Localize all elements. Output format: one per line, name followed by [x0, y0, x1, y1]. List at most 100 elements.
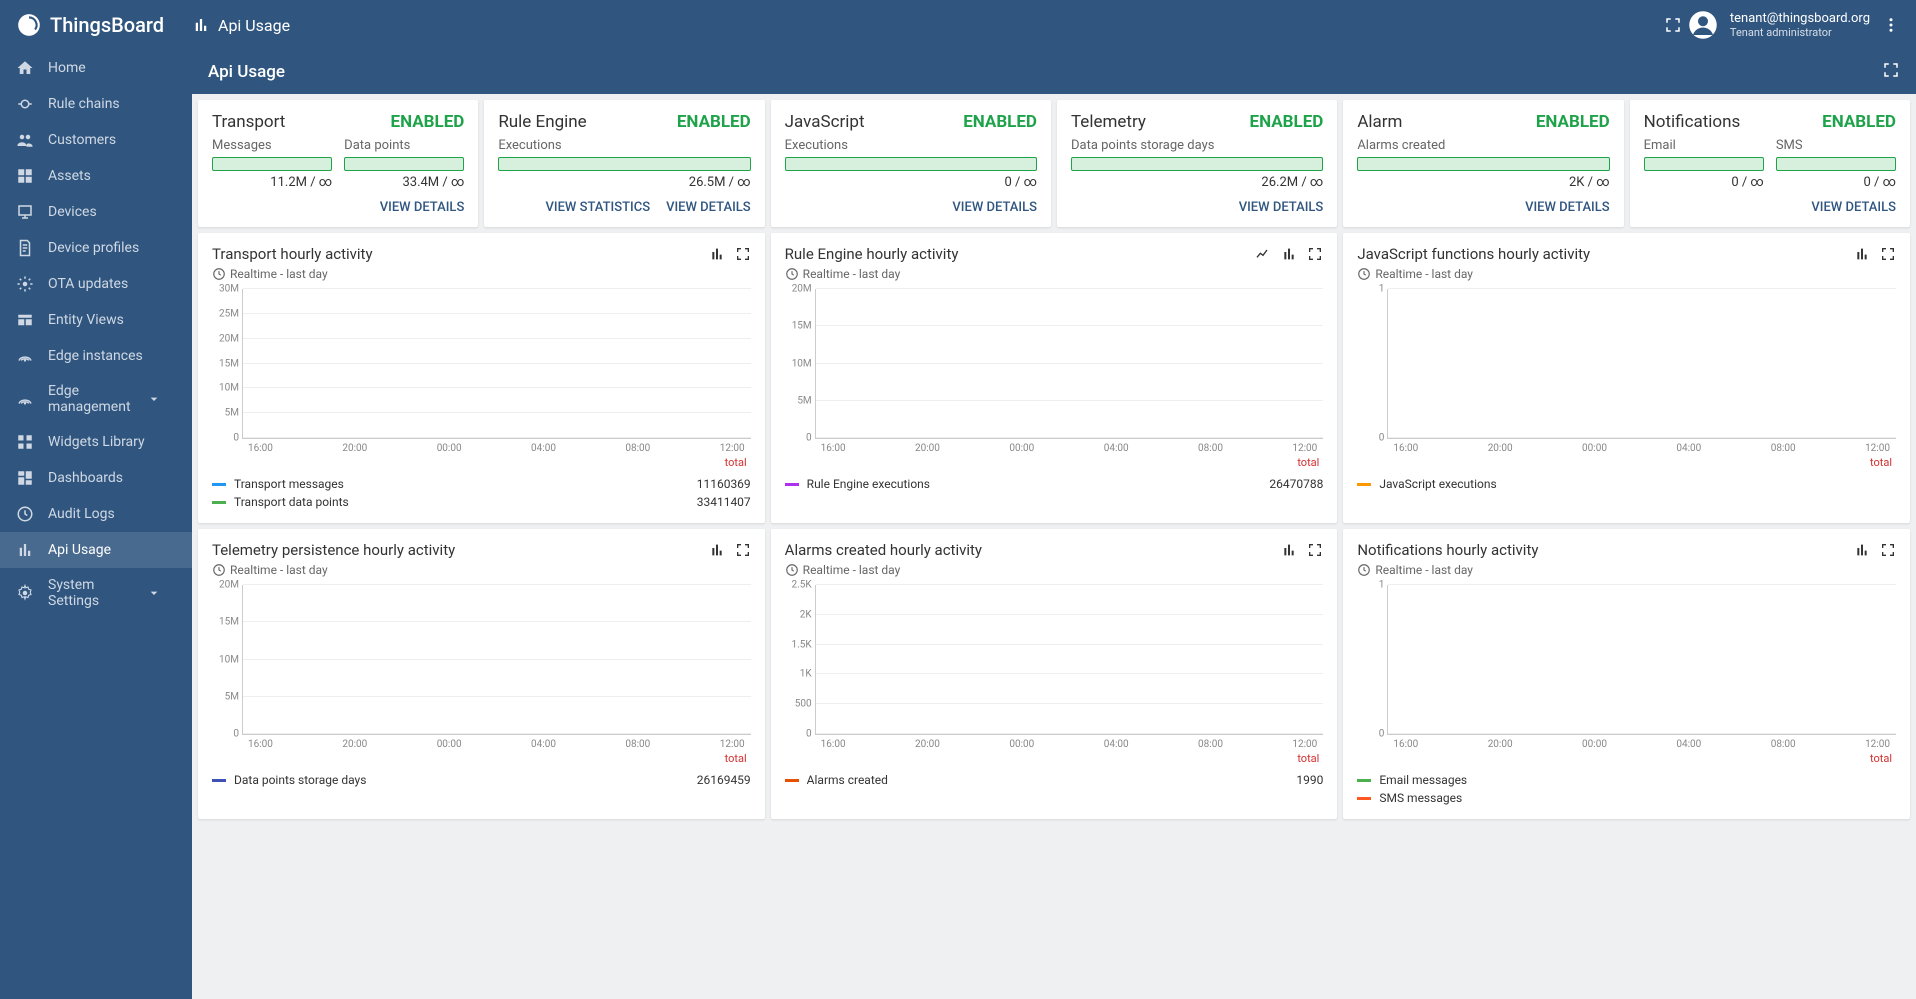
page-header: Api Usage	[192, 50, 1916, 94]
x-tick: 16:00	[1393, 443, 1418, 454]
legend-total: 11160369	[697, 477, 751, 491]
usage-bar	[785, 157, 1037, 171]
sidebar-item-widgets-library[interactable]: Widgets Library	[0, 424, 192, 460]
more-vert-icon[interactable]	[1882, 16, 1900, 34]
chart-title: Alarms created hourly activity	[785, 541, 1282, 559]
chart-toolbar	[1854, 246, 1896, 262]
bar-chart-icon[interactable]	[1281, 246, 1297, 262]
bar-chart-icon[interactable]	[1854, 542, 1870, 558]
view-details-link[interactable]: VIEW DETAILS	[666, 200, 751, 215]
fullscreen-icon[interactable]	[1307, 246, 1323, 262]
fullscreen-icon[interactable]	[1880, 542, 1896, 558]
legend-item: Email messages	[1357, 771, 1896, 789]
sidebar-item-label: System Settings	[48, 577, 146, 609]
bar-chart-icon[interactable]	[1281, 542, 1297, 558]
fullscreen-icon[interactable]	[1880, 246, 1896, 262]
legend-total: 33411407	[697, 495, 751, 509]
x-tick: 12:00	[1865, 739, 1890, 750]
sidebar-item-edge-instances[interactable]: Edge instances	[0, 338, 192, 374]
legend-label: Email messages	[1379, 773, 1467, 787]
status-card-transport: TransportENABLEDMessages11.2M / ∞Data po…	[198, 100, 478, 227]
x-tick: 08:00	[1771, 739, 1796, 750]
sidebar-item-assets[interactable]: Assets	[0, 158, 192, 194]
sidebar-item-rule-chains[interactable]: Rule chains	[0, 86, 192, 122]
clock-icon	[212, 563, 226, 577]
breadcrumb: Api Usage	[192, 16, 290, 35]
fullscreen-icon[interactable]	[735, 542, 751, 558]
total-label: total	[785, 456, 1320, 469]
x-tick: 08:00	[1198, 739, 1223, 750]
sidebar-item-api-usage[interactable]: Api Usage	[0, 532, 192, 568]
fullscreen-icon[interactable]	[1307, 542, 1323, 558]
legend-swatch	[1357, 779, 1371, 782]
audit-icon	[16, 505, 34, 523]
view-details-link[interactable]: VIEW DETAILS	[1811, 200, 1896, 215]
view-details-link[interactable]: VIEW DETAILS	[1525, 200, 1610, 215]
legend-swatch	[1357, 797, 1371, 800]
chart-subtitle[interactable]: Realtime - last day	[212, 267, 751, 281]
status-badge: ENABLED	[963, 112, 1037, 132]
bar-chart-icon[interactable]	[709, 246, 725, 262]
app-name: ThingsBoard	[50, 13, 164, 37]
x-tick: 08:00	[1771, 443, 1796, 454]
chart-card-2: JavaScript functions hourly activityReal…	[1343, 233, 1910, 523]
sidebar-item-home[interactable]: Home	[0, 50, 192, 86]
chart-subtitle[interactable]: Realtime - last day	[1357, 267, 1896, 281]
metric: Executions26.5M / ∞	[498, 138, 750, 190]
assets-icon	[16, 167, 34, 185]
sidebar-item-label: Home	[48, 60, 86, 76]
settings-icon	[16, 584, 34, 602]
x-tick: 16:00	[1393, 739, 1418, 750]
sidebar-item-dashboards[interactable]: Dashboards	[0, 460, 192, 496]
chart-toolbar	[1854, 542, 1896, 558]
view-statistics-link[interactable]: VIEW STATISTICS	[546, 200, 651, 215]
x-tick: 00:00	[1009, 443, 1034, 454]
page-fullscreen-button[interactable]	[1882, 61, 1900, 84]
metric-value: 2K / ∞	[1357, 175, 1609, 190]
chart-subtitle[interactable]: Realtime - last day	[1357, 563, 1896, 577]
bar-chart-icon[interactable]	[1854, 246, 1870, 262]
metric: Data points33.4M / ∞	[344, 138, 464, 190]
sidebar-item-audit-logs[interactable]: Audit Logs	[0, 496, 192, 532]
sidebar-item-device-profiles[interactable]: Device profiles	[0, 230, 192, 266]
x-axis: 16:0020:0000:0004:0008:0012:00	[1387, 739, 1896, 750]
chart-toolbar	[1281, 542, 1323, 558]
metric-value: 26.5M / ∞	[498, 175, 750, 190]
views-icon	[16, 311, 34, 329]
x-tick: 20:00	[1488, 443, 1513, 454]
sidebar-item-devices[interactable]: Devices	[0, 194, 192, 230]
chart-title: Telemetry persistence hourly activity	[212, 541, 709, 559]
fullscreen-button[interactable]	[1658, 10, 1688, 40]
edge-icon	[16, 347, 34, 365]
line-chart-icon[interactable]	[1255, 246, 1271, 262]
app-logo[interactable]: ThingsBoard	[16, 12, 192, 38]
bar-chart-icon[interactable]	[709, 542, 725, 558]
legend-label: Alarms created	[807, 773, 888, 787]
user-menu[interactable]: tenant@thingsboard.org Tenant administra…	[1688, 10, 1900, 40]
chart-legend: Transport messages11160369Transport data…	[212, 475, 751, 511]
fullscreen-icon[interactable]	[735, 246, 751, 262]
sidebar-item-edge-management[interactable]: Edge management	[0, 374, 192, 424]
metric-value: 0 / ∞	[1644, 175, 1764, 190]
sidebar-item-customers[interactable]: Customers	[0, 122, 192, 158]
chart-toolbar	[709, 246, 751, 262]
sidebar-item-label: Devices	[48, 204, 97, 220]
sidebar-item-system-settings[interactable]: System Settings	[0, 568, 192, 618]
legend-label: SMS messages	[1379, 791, 1462, 805]
clock-icon	[785, 267, 799, 281]
status-name: Telemetry	[1071, 112, 1146, 132]
view-details-link[interactable]: VIEW DETAILS	[952, 200, 1037, 215]
sidebar: Home Rule chainsCustomersAssets Devices Dev…	[0, 50, 192, 999]
usage-bar	[344, 157, 464, 171]
chart-subtitle[interactable]: Realtime - last day	[212, 563, 751, 577]
sidebar-item-ota-updates[interactable]: OTA updates	[0, 266, 192, 302]
view-details-link[interactable]: VIEW DETAILS	[380, 200, 465, 215]
view-details-link[interactable]: VIEW DETAILS	[1239, 200, 1324, 215]
legend-item: Alarms created1990	[785, 771, 1324, 789]
topbar: ThingsBoard Api Usage tenant@thingsboard…	[0, 0, 1916, 50]
ota-icon	[16, 275, 34, 293]
metric-label: Data points storage days	[1071, 138, 1323, 153]
chart-subtitle[interactable]: Realtime - last day	[785, 563, 1324, 577]
chart-subtitle[interactable]: Realtime - last day	[785, 267, 1324, 281]
sidebar-item-entity-views[interactable]: Entity Views	[0, 302, 192, 338]
